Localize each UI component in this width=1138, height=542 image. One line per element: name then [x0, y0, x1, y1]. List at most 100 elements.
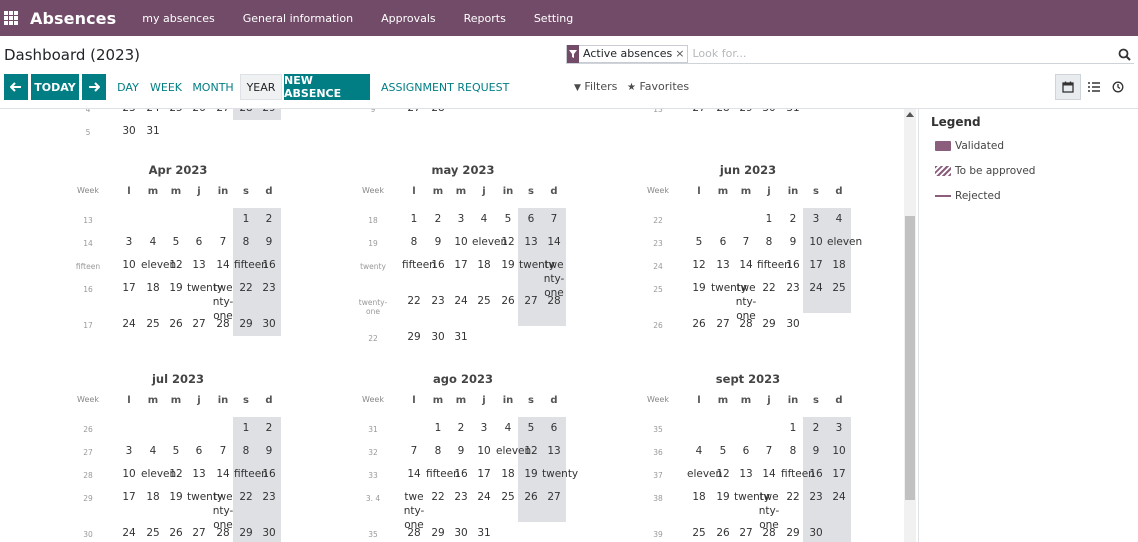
calendar-day[interactable]: 27 — [542, 486, 566, 509]
calendar-day[interactable]: fifteen — [757, 254, 791, 277]
menu-my-absences[interactable]: my absences — [142, 12, 214, 25]
calendar-day[interactable]: 6 — [187, 440, 211, 463]
calendar-day[interactable]: 2 — [426, 208, 450, 231]
calendar-day[interactable]: 31 — [141, 120, 165, 143]
calendar-day[interactable]: 30 — [117, 120, 141, 143]
scale-year-button[interactable]: YEAR — [240, 74, 282, 100]
today-button[interactable]: TODAY — [31, 74, 79, 100]
calendar-day[interactable]: 4 — [496, 417, 520, 440]
calendar-day[interactable]: eleven — [687, 463, 722, 486]
calendar-day[interactable]: 26 — [164, 522, 188, 542]
calendar-day[interactable]: 31 — [449, 326, 473, 349]
calendar-day[interactable]: 22 — [757, 277, 781, 300]
calendar-day[interactable]: 7 — [734, 231, 758, 254]
scale-day-button[interactable]: DAY — [114, 74, 142, 100]
calendar-day[interactable]: 26 — [187, 109, 211, 120]
calendar-day[interactable]: eleven — [472, 231, 507, 254]
facet-remove-icon[interactable]: × — [675, 47, 687, 60]
calendar-day[interactable]: 18 — [141, 277, 165, 300]
calendar-day[interactable]: 1 — [757, 208, 781, 231]
calendar-day[interactable]: 18 — [472, 254, 496, 277]
calendar-day[interactable]: 5 — [687, 231, 711, 254]
menu-reports[interactable]: Reports — [464, 12, 506, 25]
calendar-day[interactable]: 18 — [687, 486, 711, 509]
list-view-button[interactable] — [1081, 74, 1107, 100]
calendar-day[interactable]: 10 — [827, 440, 851, 463]
calendar-day[interactable]: 24 — [472, 486, 496, 509]
calendar-day[interactable]: 9 — [804, 440, 828, 463]
calendar-day[interactable]: 26 — [687, 313, 711, 336]
calendar-day[interactable]: 29 — [234, 522, 258, 542]
calendar-day[interactable]: eleven — [496, 440, 531, 463]
calendar-day[interactable]: 9 — [449, 440, 473, 463]
calendar-day[interactable]: 9 — [426, 231, 450, 254]
calendar-day[interactable]: 28 — [734, 313, 758, 336]
menu-setting[interactable]: Setting — [534, 12, 573, 25]
calendar-day[interactable]: 3 — [117, 440, 141, 463]
calendar-day[interactable]: 16 — [257, 254, 281, 277]
calendar-day[interactable]: 6 — [711, 231, 735, 254]
calendar-day[interactable]: 12 — [519, 440, 543, 463]
calendar-day[interactable]: 28 — [711, 109, 735, 120]
calendar-day[interactable]: 19 — [711, 486, 735, 509]
calendar-day[interactable]: twenty-one — [211, 277, 235, 322]
calendar-day[interactable]: 28 — [542, 290, 566, 313]
calendar-day[interactable]: eleven — [827, 231, 862, 254]
calendar-day[interactable]: 18 — [496, 463, 520, 486]
calendar-day[interactable]: 17 — [827, 463, 851, 486]
calendar-day[interactable]: 10 — [472, 440, 496, 463]
search-input[interactable] — [692, 47, 1093, 60]
calendar-day[interactable]: eleven — [141, 463, 176, 486]
calendar-day[interactable]: 29 — [402, 326, 426, 349]
calendar-day[interactable]: 23 — [257, 486, 281, 509]
menu-approvals[interactable]: Approvals — [381, 12, 436, 25]
calendar-day[interactable]: 30 — [257, 313, 281, 336]
calendar-day[interactable]: twenty-one — [211, 486, 235, 531]
calendar-day[interactable]: 29 — [257, 109, 281, 120]
calendar-day[interactable]: twenty-one — [542, 254, 566, 299]
calendar-day[interactable]: 4 — [687, 440, 711, 463]
calendar-day[interactable]: 5 — [519, 417, 543, 440]
calendar-day[interactable]: 25 — [141, 313, 165, 336]
scale-week-button[interactable]: WEEK — [149, 74, 183, 100]
calendar-day[interactable]: 4 — [141, 231, 165, 254]
calendar-day[interactable]: 22 — [234, 277, 258, 300]
menu-general-information[interactable]: General information — [243, 12, 353, 25]
calendar-day[interactable]: 8 — [234, 440, 258, 463]
calendar-day[interactable]: 19 — [164, 277, 188, 300]
calendar-day[interactable]: 17 — [804, 254, 828, 277]
filters-button[interactable]: ▼ Filters — [574, 80, 617, 93]
calendar-day[interactable]: 8 — [757, 231, 781, 254]
calendar-day[interactable]: fifteen — [781, 463, 815, 486]
calendar-day[interactable]: 3 — [804, 208, 828, 231]
calendar-day[interactable]: 27 — [711, 313, 735, 336]
calendar-day[interactable]: 5 — [496, 208, 520, 231]
calendar-day[interactable]: 8 — [781, 440, 805, 463]
calendar-day[interactable]: 14 — [542, 231, 566, 254]
calendar-scrollbar[interactable] — [904, 109, 916, 542]
calendar-day[interactable]: 14 — [211, 463, 235, 486]
calendar-day[interactable]: 13 — [711, 254, 735, 277]
calendar-day[interactable]: eleven — [141, 254, 176, 277]
calendar-day[interactable]: 10 — [117, 463, 141, 486]
calendar-day[interactable]: 29 — [426, 522, 450, 542]
calendar-day[interactable]: 12 — [687, 254, 711, 277]
calendar-day[interactable]: twenty — [711, 277, 747, 300]
calendar-day[interactable]: fifteen — [426, 463, 460, 486]
calendar-day[interactable]: 16 — [781, 254, 805, 277]
calendar-day[interactable]: 16 — [804, 463, 828, 486]
search-icon[interactable] — [1118, 46, 1132, 61]
calendar-day[interactable]: 16 — [449, 463, 473, 486]
calendar-day[interactable]: 6 — [542, 417, 566, 440]
apps-grid-icon[interactable] — [4, 11, 18, 25]
calendar-day[interactable]: 19 — [164, 486, 188, 509]
calendar-day[interactable]: 4 — [827, 208, 851, 231]
calendar-day[interactable]: 19 — [687, 277, 711, 300]
calendar-day[interactable]: 19 — [519, 463, 543, 486]
calendar-day[interactable]: 8 — [234, 231, 258, 254]
calendar-day[interactable]: 14 — [757, 463, 781, 486]
calendar-day[interactable]: 27 — [734, 522, 758, 542]
calendar-day[interactable]: 3 — [117, 231, 141, 254]
calendar-day[interactable]: 16 — [426, 254, 450, 277]
calendar-day[interactable]: 16 — [257, 463, 281, 486]
